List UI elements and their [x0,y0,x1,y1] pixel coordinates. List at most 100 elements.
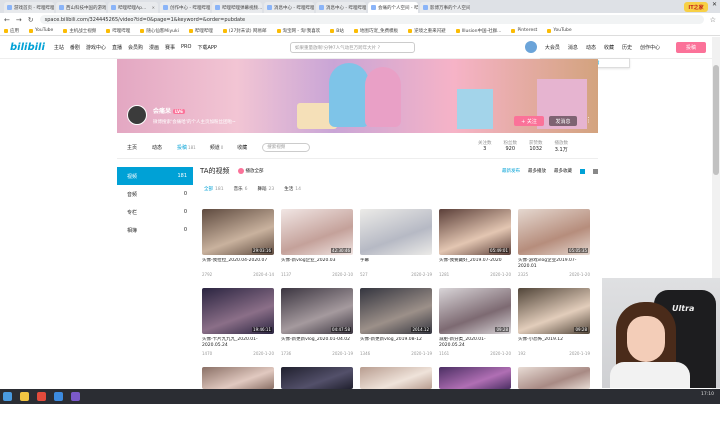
video-thumbnail[interactable] [518,367,590,389]
video-thumbnail[interactable] [360,209,432,255]
bilibili-logo[interactable]: bilibili [10,42,45,53]
video-title[interactable]: 头像-游戏vlog企业2019.07-2020.01 [518,258,590,270]
bookmark-item[interactable]: 应用 [4,28,19,34]
header-right-item[interactable]: 动态 [586,44,596,51]
bookmark-item[interactable]: B站 [330,28,344,34]
subnav-tab[interactable]: 收藏 [237,144,248,151]
browser-tab[interactable]: 会痛的个人空间 - 哔✕ [368,2,418,13]
play-all-button[interactable]: 播放全部 [237,168,264,174]
browser-tab[interactable]: 西山科技中国的游戏✕ [56,2,106,13]
grid-view-icon[interactable] [580,168,585,174]
video-thumbnail[interactable]: 09:28 [439,288,511,334]
bookmark-item[interactable]: 逆境之重来闪避 [408,28,446,34]
header-nav-item[interactable]: 直播 [112,44,122,51]
header-nav-item[interactable]: 赛事 [165,44,175,51]
explorer-icon[interactable] [20,392,29,401]
subnav-tab[interactable]: 频道0 [210,144,224,151]
bookmark-item[interactable]: Pinterest [511,28,537,33]
category-filter[interactable]: 生活 14 [284,186,301,192]
header-nav-item[interactable]: PRO [181,44,191,51]
subnav-tab[interactable]: 投稿181 [177,144,196,151]
header-right-item[interactable]: 大会员 [545,44,560,51]
video-title[interactable]: 减肥-新分类_2020.01-2020.05.24 [439,337,511,349]
sort-option[interactable]: 最新发布 [502,168,520,174]
sidebar-item[interactable]: 音频 0 [117,185,193,203]
browser-tab[interactable]: 哔哩哔哩弹幕视频...✕ [212,2,262,13]
video-title[interactable]: 字幕 [360,258,432,270]
video-thumbnail[interactable]: 19:46:11 [202,288,274,334]
video-thumbnail[interactable]: 42:30:46 [281,209,353,255]
bookmark-item[interactable]: 地图巧宠_免费模板 [353,28,398,34]
video-card[interactable]: 字幕 527 2020-2-19 [360,209,432,282]
sidebar-item[interactable]: 专栏 0 [117,203,193,221]
video-thumbnail[interactable] [360,367,432,389]
app-icon[interactable] [54,392,63,401]
video-card[interactable]: 2014.12 头像-新更新vlog_2019.08-12 1346 2020-1-1… [360,288,432,361]
header-nav-item[interactable]: 主站 [54,44,64,51]
upload-button[interactable]: 投稿 [676,42,706,53]
subnav-search-input[interactable]: 搜索视频 [262,142,311,152]
video-thumbnail[interactable]: 09:28 [518,288,590,334]
bookmark-item[interactable]: YouTube [29,28,53,33]
close-icon[interactable]: ✕ [152,5,155,10]
header-nav-item[interactable]: 游戏中心 [86,44,106,51]
browser-tab[interactable]: 游戏首页 - 哔哩哔哩✕ [4,2,54,13]
forward-icon[interactable]: → [16,16,22,24]
header-right-item[interactable]: 历史 [622,44,632,51]
video-thumbnail[interactable] [202,367,274,389]
video-title[interactable]: 头像-卡片九九九_2020.01-2020.05.24 [202,337,274,349]
sidebar-item[interactable]: 视频 181 [117,167,193,185]
bookmark-item[interactable]: 哔哩哔哩 [106,28,130,34]
header-right-item[interactable]: 收藏 [604,44,614,51]
video-card[interactable]: 09:28 头像-小恐怖_2019.12 192 2020-1-19 [518,288,590,361]
video-title[interactable]: 头像-小恐怖_2019.12 [518,337,590,349]
browser-tab[interactable]: 影博万事的个人空间✕ [420,2,470,13]
bookmark-item[interactable]: Illusion中国-社群... [455,28,501,34]
profile-stat[interactable]: 播放数 3.1万 [555,140,569,153]
bookmark-item[interactable]: 随心仙客Miyuki [140,28,179,34]
category-filter[interactable]: 音乐 6 [234,186,248,192]
sidebar-item[interactable]: 相簿 0 [117,221,193,239]
reload-icon[interactable]: ↻ [28,16,34,24]
header-nav-item[interactable]: 下载APP [197,44,216,51]
profile-sign[interactable]: 微博搜索'会痛哈'的个人主页加粉丝团啦~ [153,119,236,125]
video-title[interactable]: 头像-新更新vlog_2019.08-12 [360,337,432,349]
sort-option[interactable]: 最多播放 [528,168,546,174]
browser-tab[interactable]: 创作中心 - 哔哩哔哩✕ [160,2,210,13]
subnav-tab[interactable]: 动态 [152,144,163,151]
bookmark-item[interactable]: 主机战士视频 [63,28,96,34]
video-title[interactable]: 头像-新更新vlog_2020.01-04.02 [281,337,353,349]
chrome-icon[interactable] [37,392,46,401]
browser-tab[interactable]: 消息中心 - 哔哩哔哩✕ [316,2,366,13]
video-card[interactable]: 05:49:01 头像-我要藏好_2019.07-2020 1281 2020-1-2… [439,209,511,282]
header-right-item[interactable]: 消息 [568,44,578,51]
video-thumbnail[interactable] [281,367,353,389]
app-icon[interactable] [71,392,80,401]
subnav-tab[interactable]: 主页 [127,144,138,151]
video-thumbnail[interactable]: 29:03:16 [202,209,274,255]
profile-stat[interactable]: 获赞数 1032 [529,140,543,153]
category-filter[interactable]: 舞蹈 23 [257,186,274,192]
video-thumbnail[interactable]: 04:47:58 [281,288,353,334]
browser-tab[interactable]: 消息中心 - 哔哩哔哩✕ [264,2,314,13]
url-field[interactable]: space.bilibili.com/324445265/video?tid=0… [39,15,704,24]
video-thumbnail[interactable]: 05:05:35 [518,209,590,255]
video-thumbnail[interactable]: 05:49:01 [439,209,511,255]
sort-option[interactable]: 最多收藏 [554,168,572,174]
browser-tab[interactable]: 哔哩哔哩Ap... ✕ [108,2,158,13]
category-filter[interactable]: 全部 181 [204,186,224,192]
bookmark-item[interactable]: YouTube [547,28,572,33]
search-input[interactable]: 如果重量放啊!分钟7人气动巨万跨年大片 ? [290,42,415,53]
profile-stat[interactable]: 关注数 3 [478,140,492,153]
video-card[interactable]: 19:46:11 头像-卡片九九九_2020.01-2020.05.24 1470 2… [202,288,274,361]
video-title[interactable]: 头像-我要藏好_2019.07-2020 [439,258,511,270]
bookmark-item[interactable]: (27封未读) 网易邮 [222,28,267,34]
video-thumbnail[interactable] [439,367,511,389]
message-button[interactable]: 发消息 [549,116,577,126]
bookmark-item[interactable]: 淘宝网 - 淘!我喜欢 [276,28,320,34]
video-card[interactable]: 42:30:46 头像-新vlog企业_2020.03 1137 2020-2-10 [281,209,353,282]
profile-stat[interactable]: 粉丝数 920 [504,140,518,153]
scrollbar-thumb[interactable] [713,65,719,175]
header-nav-item[interactable]: 漫画 [149,44,159,51]
video-card[interactable]: 29:03:16 头像-我拉拉_2020.04-2020.07 2792 2020-4… [202,209,274,282]
